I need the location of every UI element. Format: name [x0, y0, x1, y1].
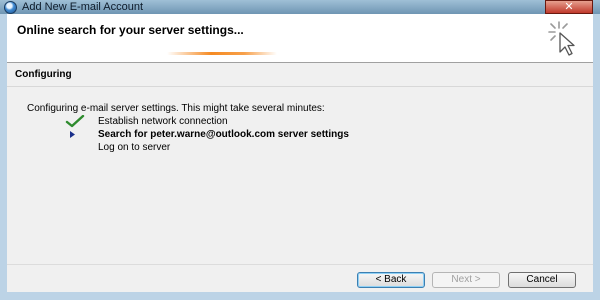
status-message: Configuring e-mail server settings. This…: [27, 103, 325, 114]
checkmark-icon: [65, 115, 85, 128]
step-search-settings: Search for peter.warne@outlook.com serve…: [63, 128, 483, 141]
search-progress-indicator: [167, 52, 277, 55]
arrow-right-icon: [70, 131, 75, 138]
step-log-on: Log on to server: [63, 141, 483, 154]
back-button[interactable]: < Back: [357, 272, 425, 288]
section-title: Configuring: [15, 69, 72, 80]
cursor-sparkle-icon: [548, 21, 575, 56]
window-title: Add New E-mail Account: [22, 1, 144, 13]
step-establish-connection: Establish network connection: [63, 115, 483, 128]
header-title: Online search for your server settings..…: [17, 23, 244, 37]
step-label: Search for peter.warne@outlook.com serve…: [98, 129, 349, 140]
footer-divider: [7, 264, 593, 265]
outlook-app-icon: [4, 1, 17, 14]
title-bar: Add New E-mail Account ✕: [0, 0, 600, 14]
close-button[interactable]: ✕: [545, 0, 593, 14]
section-bar: [7, 66, 593, 87]
step-label: Establish network connection: [98, 116, 228, 127]
step-label: Log on to server: [98, 142, 171, 153]
wizard-header: Online search for your server settings..…: [7, 14, 593, 63]
next-button[interactable]: Next >: [432, 272, 500, 288]
cancel-button[interactable]: Cancel: [508, 272, 576, 288]
dialog-body: Online search for your server settings..…: [7, 14, 593, 292]
